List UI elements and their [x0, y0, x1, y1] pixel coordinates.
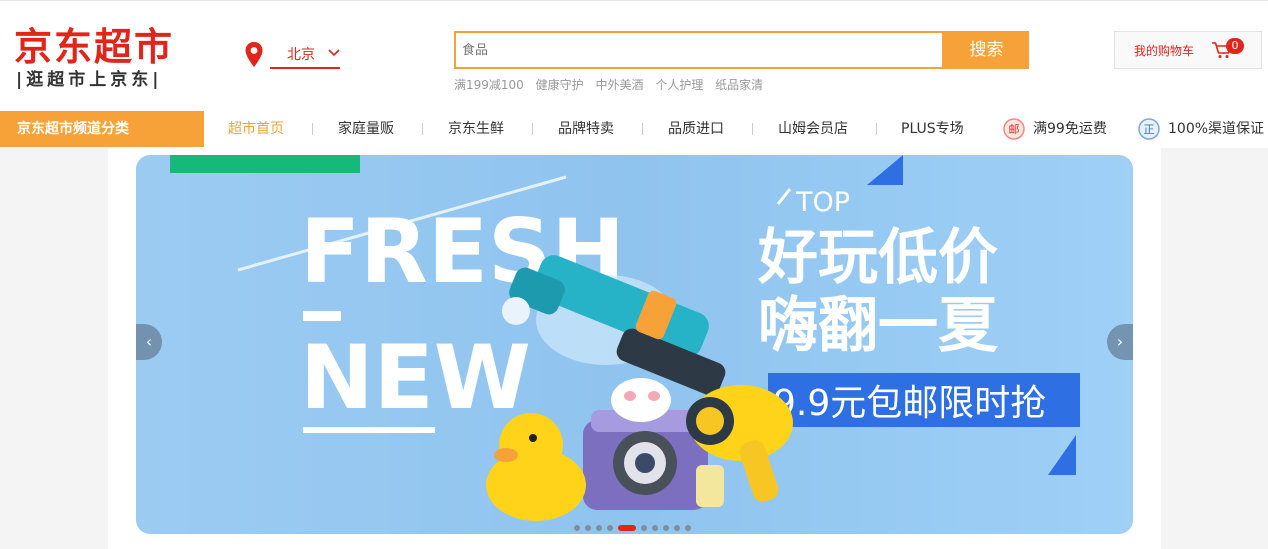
banner-dot[interactable]: [574, 525, 580, 531]
promo-banner[interactable]: TOP FRESH NEW 好玩低价 嗨翻一夏 9.9元包邮限时抢: [136, 155, 1133, 534]
nav-item-brand-sale[interactable]: 品牌特卖: [558, 120, 614, 138]
nav-divider: [422, 123, 423, 135]
hot-keyword[interactable]: 个人护理: [655, 78, 703, 92]
nav-divider: [752, 123, 753, 135]
hot-keyword[interactable]: 满199减100: [454, 78, 524, 92]
hot-keyword[interactable]: 中外美酒: [595, 78, 643, 92]
banner-dot[interactable]: [674, 525, 680, 531]
banner-dot[interactable]: [652, 525, 658, 531]
banner-headline-1: 好玩低价: [757, 223, 998, 293]
mail-badge-icon: 邮: [1003, 118, 1025, 140]
hot-keywords: 满199减100 健康守护 中外美酒 个人护理 纸品家清: [454, 76, 771, 93]
city-label: 北京: [287, 47, 315, 63]
nav-divider: [532, 123, 533, 135]
nav-divider: [876, 123, 877, 135]
search-button[interactable]: 搜索: [944, 31, 1029, 69]
nav-divider: [642, 123, 643, 135]
hot-keyword[interactable]: 健康守护: [536, 78, 584, 92]
nav-divider: [312, 123, 313, 135]
hot-keyword[interactable]: 纸品家清: [715, 78, 763, 92]
free-shipping-label: 满99免运费: [1033, 121, 1107, 137]
logo-title: 京东超市: [14, 25, 175, 69]
search-input[interactable]: [456, 33, 954, 67]
cart-count-badge: 0: [1226, 38, 1244, 54]
banner-dot[interactable]: [618, 525, 636, 531]
genuine-guarantee-label: 100%渠道保证: [1168, 121, 1265, 137]
banner-top-text: TOP: [795, 187, 850, 218]
logo-subtitle: |逛超市上京东|: [16, 70, 163, 90]
banner-headline-2: 嗨翻一夏: [758, 291, 999, 361]
banner-dot[interactable]: [596, 525, 602, 531]
banner-dot[interactable]: [663, 525, 669, 531]
top-header: 京东超市 |逛超市上京东| 北京 搜索 满199减100 健康守护 中外美酒 个…: [0, 0, 1268, 111]
category-menu-button[interactable]: 京东超市频道分类: [0, 111, 204, 147]
nav-item-supermarket-home[interactable]: 超市首页: [228, 120, 284, 138]
banner-dot[interactable]: [685, 525, 691, 531]
banner-artwork: TOP FRESH NEW 好玩低价 嗨翻一夏 9.9元包邮限时抢: [136, 155, 1133, 534]
nav-item-sams-club[interactable]: 山姆会员店: [778, 120, 848, 138]
search-box: [454, 31, 954, 69]
nav-item-family-bulk[interactable]: 家庭量贩: [338, 120, 394, 138]
nav-item-fresh[interactable]: 京东生鲜: [448, 120, 504, 138]
banner-dot[interactable]: [585, 525, 591, 531]
banner-dot[interactable]: [641, 525, 647, 531]
banner-new-text: NEW: [300, 326, 531, 429]
svg-text:正: 正: [1144, 123, 1155, 136]
green-corner-tab: [170, 155, 360, 173]
banner-price-tag: 9.9元包邮限时抢: [773, 383, 1046, 424]
location-pin-icon[interactable]: [244, 41, 264, 69]
chevron-down-icon: [328, 49, 340, 57]
genuine-badge-icon: 正: [1138, 118, 1160, 140]
banner-dot[interactable]: [607, 525, 613, 531]
jd-supermarket-logo[interactable]: 京东超市 |逛超市上京东|: [14, 26, 206, 90]
svg-text:邮: 邮: [1009, 123, 1020, 136]
channel-nav: 京东超市频道分类 超市首页 家庭量贩 京东生鲜 品牌特卖 品质进口 山姆会员店 …: [0, 110, 1268, 148]
nav-item-import[interactable]: 品质进口: [668, 120, 724, 138]
cart-label: 我的购物车: [1134, 44, 1195, 58]
nav-item-plus[interactable]: PLUS专场: [901, 120, 964, 138]
